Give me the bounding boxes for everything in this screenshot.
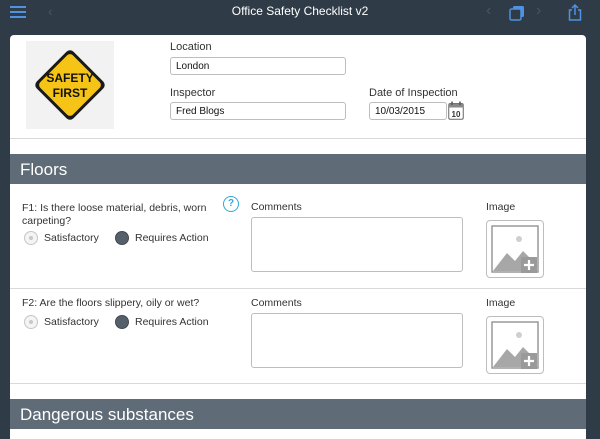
top-navbar: ‹ Office Safety Checklist v2 ‹ › xyxy=(0,0,600,26)
header-divider xyxy=(10,138,586,139)
f2-satisfactory-radio[interactable] xyxy=(24,315,38,329)
inspector-field[interactable] xyxy=(170,102,346,120)
f1-satisfactory-radio[interactable] xyxy=(24,231,38,245)
add-image-icon xyxy=(491,225,539,273)
svg-text:FIRST: FIRST xyxy=(53,86,88,100)
f2-comments-label: Comments xyxy=(251,297,302,309)
date-label: Date of Inspection xyxy=(369,87,458,99)
calendar-icon[interactable]: 10 xyxy=(448,101,464,120)
date-field[interactable] xyxy=(369,102,447,120)
question-divider xyxy=(10,383,586,384)
f2-satisfactory-label[interactable]: Satisfactory xyxy=(44,316,99,328)
f2-requires-action-radio[interactable] xyxy=(115,315,129,329)
help-icon[interactable]: ? xyxy=(223,196,239,212)
f1-comments-input[interactable] xyxy=(251,217,463,272)
previous-icon[interactable]: ‹ xyxy=(486,2,491,20)
f1-image-placeholder[interactable] xyxy=(486,220,544,278)
location-field[interactable] xyxy=(170,57,346,75)
f2-image-label: Image xyxy=(486,297,516,309)
f2-image-placeholder[interactable] xyxy=(486,316,544,374)
add-image-icon xyxy=(491,321,539,369)
question-divider xyxy=(10,288,586,289)
share-icon[interactable] xyxy=(568,3,582,21)
f1-image-label: Image xyxy=(486,201,516,213)
f2-comments-input[interactable] xyxy=(251,313,463,368)
svg-text:10: 10 xyxy=(452,110,461,119)
safety-first-logo: SAFETY FIRST xyxy=(26,41,114,129)
question-f2-text: F2: Are the floors slippery, oily or wet… xyxy=(22,297,200,309)
section-header-floors: Floors xyxy=(10,154,586,184)
checklist-form: SAFETY FIRST Location Inspector Date of … xyxy=(10,35,586,439)
f1-satisfactory-label[interactable]: Satisfactory xyxy=(44,232,99,244)
inspector-label: Inspector xyxy=(170,87,216,99)
section-header-dangerous-substances: Dangerous substances xyxy=(10,399,586,429)
location-label: Location xyxy=(170,41,212,53)
f1-requires-action-label[interactable]: Requires Action xyxy=(135,232,209,244)
f1-requires-action-radio[interactable] xyxy=(115,231,129,245)
copy-icon[interactable] xyxy=(509,5,525,21)
f1-comments-label: Comments xyxy=(251,201,302,213)
svg-text:SAFETY: SAFETY xyxy=(46,71,93,85)
question-f1-text: F1: Is there loose material, debris, wor… xyxy=(22,202,207,227)
next-icon[interactable]: › xyxy=(536,2,541,20)
f2-requires-action-label[interactable]: Requires Action xyxy=(135,316,209,328)
